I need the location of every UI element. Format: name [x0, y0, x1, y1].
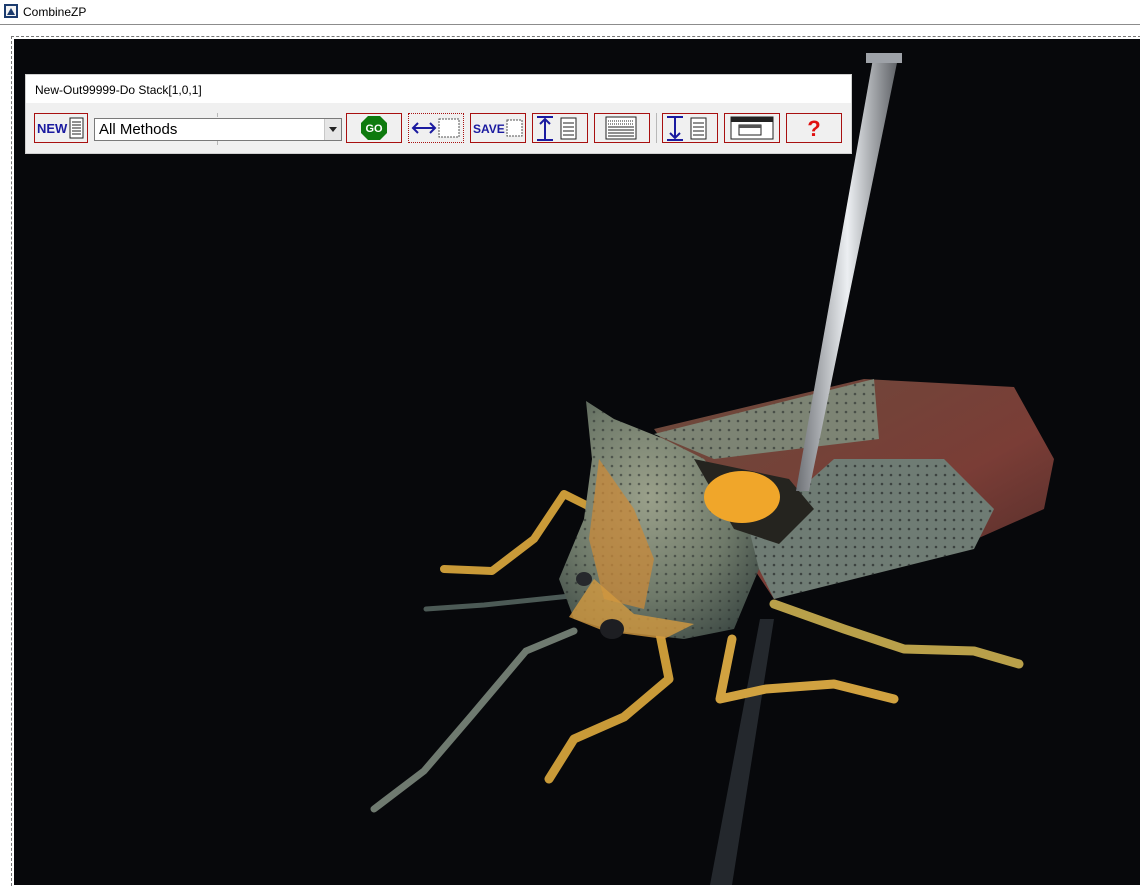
- arrow-up-page-icon: [537, 116, 577, 141]
- app-icon: [4, 4, 18, 18]
- main-client-area: New-Out99999-Do Stack[1,0,1] NEW All Met…: [0, 25, 1140, 886]
- save-label: SAVE: [473, 122, 505, 136]
- divider: [656, 113, 657, 143]
- octagon-go-icon: GO: [361, 116, 387, 140]
- frames-button[interactable]: [594, 113, 650, 143]
- help-label: ?: [807, 116, 820, 141]
- size-button[interactable]: [408, 113, 464, 143]
- toolbar-titlebar: New-Out99999-Do Stack[1,0,1]: [26, 75, 851, 103]
- stacked-image-shield-bug: [370, 53, 1054, 885]
- frames-list-icon: [605, 116, 637, 140]
- top-frame-button[interactable]: [532, 113, 588, 143]
- horizontal-resize-icon: [411, 118, 460, 138]
- chevron-down-icon[interactable]: [324, 119, 341, 140]
- arrow-down-page-icon: [667, 116, 707, 141]
- window-title: CombineZP: [23, 5, 87, 19]
- go-label: GO: [365, 123, 383, 135]
- toolbar-title: New-Out99999-Do Stack[1,0,1]: [35, 83, 202, 97]
- question-mark-icon: ?: [807, 116, 820, 141]
- method-select[interactable]: All Methods: [94, 118, 342, 141]
- method-select-value: All Methods: [99, 121, 178, 138]
- window-icon: [730, 116, 774, 140]
- page-icon: NEW: [37, 117, 84, 139]
- new-label: NEW: [37, 121, 68, 136]
- divider: [217, 141, 218, 145]
- image-canvas[interactable]: [14, 39, 1140, 885]
- go-button[interactable]: GO: [346, 113, 402, 143]
- save-rectangle-icon: SAVE: [473, 119, 523, 137]
- window-button[interactable]: [724, 113, 780, 143]
- bottom-frame-button[interactable]: [662, 113, 718, 143]
- window-titlebar: CombineZP: [0, 0, 1140, 25]
- save-button[interactable]: SAVE: [470, 113, 526, 143]
- divider: [217, 113, 218, 117]
- new-button[interactable]: NEW: [34, 113, 88, 143]
- stack-toolbar-window: New-Out99999-Do Stack[1,0,1] NEW All Met…: [25, 74, 852, 154]
- help-button[interactable]: ?: [786, 113, 842, 143]
